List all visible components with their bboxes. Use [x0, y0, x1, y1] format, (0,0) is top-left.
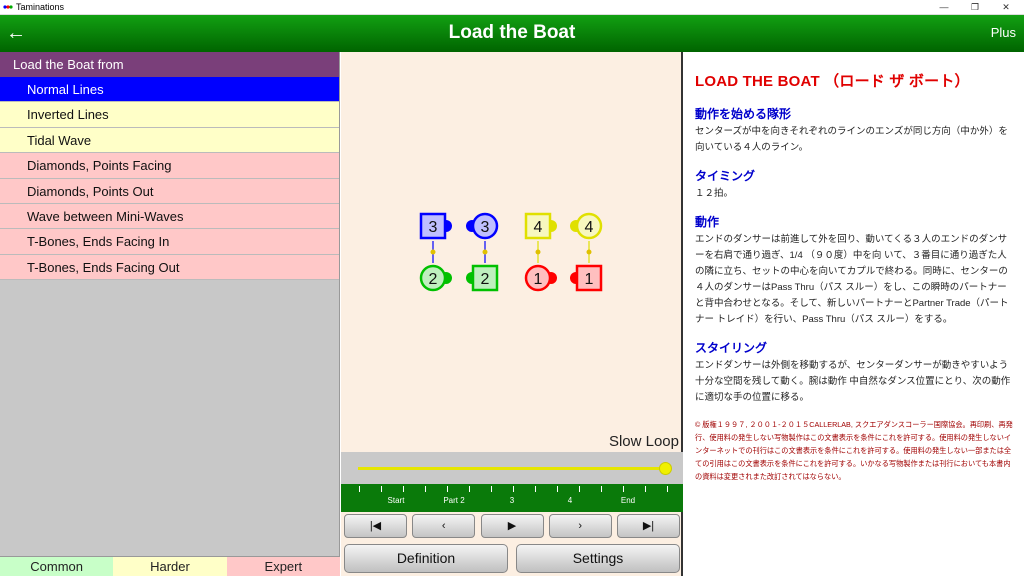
- section-heading: タイミング: [695, 169, 756, 183]
- panel-buttons: Definition Settings: [344, 544, 680, 574]
- dance-floor: 3 3 4 4 2 2 1 1: [419, 212, 603, 292]
- level-common-tab[interactable]: Common: [0, 557, 114, 576]
- dancer[interactable]: 4: [524, 212, 557, 240]
- animation-slider[interactable]: [341, 452, 683, 484]
- dancer[interactable]: 1: [570, 264, 603, 292]
- dancer-number: 2: [429, 271, 438, 288]
- slider-tick: [359, 486, 360, 492]
- slow-loop-label[interactable]: Slow Loop: [609, 433, 679, 450]
- list-item[interactable]: Normal Lines: [0, 77, 339, 103]
- list-item[interactable]: Tidal Wave: [0, 127, 339, 154]
- section-text: エンドのダンサーは前進して外を回り、動いてくる３人のエンドのダンサーを右肩で通り…: [695, 234, 1009, 325]
- dancer-hand-dot: [430, 249, 436, 255]
- list-item[interactable]: T-Bones, Ends Facing In: [0, 229, 339, 255]
- section-heading: スタイリング: [695, 341, 768, 355]
- level-expert-tab[interactable]: Expert: [226, 557, 340, 576]
- app-header: ← Load the Boat Plus: [0, 15, 1024, 52]
- dancer-hand-dot: [586, 249, 592, 255]
- slider-tick: [601, 486, 602, 492]
- dancer[interactable]: 2: [419, 264, 452, 292]
- slider-tick: [381, 486, 382, 492]
- back-arrow-icon[interactable]: ←: [6, 20, 26, 46]
- dancer-number: 1: [585, 271, 594, 288]
- dancer-number: 4: [534, 219, 543, 236]
- dancer-number: 4: [585, 219, 594, 236]
- tick-label: 3: [509, 496, 515, 505]
- slider-tick: [513, 486, 514, 492]
- slider-tick: [491, 486, 492, 492]
- dancer[interactable]: 3: [419, 212, 452, 240]
- section-heading: 動作を始める隊形: [695, 107, 792, 121]
- definition-button[interactable]: Definition: [344, 544, 508, 573]
- list-item[interactable]: T-Bones, Ends Facing Out: [0, 254, 339, 281]
- playback-controls: |◀ ‹ ▶ › ▶|: [344, 514, 680, 540]
- play-button[interactable]: ▶: [480, 514, 544, 538]
- slider-ticks: Start Part 2 3 4 End: [341, 484, 683, 512]
- close-button[interactable]: ✕: [988, 0, 1024, 15]
- slider-tick: [623, 486, 624, 492]
- level-harder-tab[interactable]: Harder: [113, 557, 227, 576]
- skip-end-button[interactable]: ▶|: [617, 514, 680, 538]
- dancer-number: 3: [429, 219, 438, 236]
- list-item[interactable]: Diamonds, Points Out: [0, 178, 339, 204]
- step-forward-button[interactable]: ›: [548, 514, 612, 538]
- level-filter-bar: Common Harder Expert: [0, 556, 340, 576]
- level-plus-button[interactable]: Plus: [991, 25, 1016, 40]
- tick-label: 4: [567, 496, 573, 505]
- dancer[interactable]: 1: [524, 264, 557, 292]
- dancer[interactable]: 3: [466, 212, 499, 240]
- slider-tick: [447, 486, 448, 492]
- section-heading: 動作: [695, 215, 720, 229]
- app-icon: [3, 5, 13, 9]
- slider-tick: [557, 486, 558, 492]
- slider-tick: [425, 486, 426, 492]
- dancer-number: 2: [481, 271, 490, 288]
- step-back-button[interactable]: ‹: [412, 514, 476, 538]
- copyright-notice: © 版権１９９７, ２００１-２０１５CALLERLAB, スクエアダンスコーラ…: [695, 420, 1013, 481]
- list-item[interactable]: Wave between Mini-Waves: [0, 203, 339, 230]
- definition-panel: LOAD THE BOAT （ロード ザ ボート） 動作を始める隊形 センターズ…: [685, 52, 1024, 576]
- slider-tick: [535, 486, 536, 492]
- dancer[interactable]: 2: [466, 264, 499, 292]
- tick-label: Start: [387, 496, 405, 505]
- window-title: Taminations: [16, 2, 65, 12]
- slider-tick: [403, 486, 404, 492]
- dancer-number: 1: [534, 271, 543, 288]
- list-header: Load the Boat from: [0, 52, 339, 77]
- definition-title: LOAD THE BOAT （ロード ザ ボート）: [695, 73, 970, 90]
- dancer[interactable]: 4: [570, 212, 603, 240]
- slider-knob[interactable]: [659, 462, 672, 475]
- slider-tick: [579, 486, 580, 492]
- formation-list-panel: Load the Boat from Normal Lines Inverted…: [0, 52, 340, 576]
- animation-panel: 3 3 4 4 2 2 1 1 Slow Loop Start Part 2 3 4 End |◀ ‹…: [341, 52, 683, 576]
- section-text: センターズが中を向きそれぞれのラインのエンズが同じ方向（中か外）を向いている４人…: [695, 126, 1008, 153]
- slider-tick: [469, 486, 470, 492]
- tick-label: End: [620, 496, 636, 505]
- skip-start-button[interactable]: |◀: [344, 514, 407, 538]
- window-titlebar: Taminations — ❐ ✕: [0, 0, 1024, 15]
- slider-track[interactable]: [358, 467, 666, 470]
- dancer-hand-dot: [535, 249, 541, 255]
- settings-button[interactable]: Settings: [516, 544, 680, 573]
- list-item[interactable]: Inverted Lines: [0, 102, 339, 128]
- list-item[interactable]: Diamonds, Points Facing: [0, 153, 339, 179]
- page-title: Load the Boat: [448, 22, 576, 43]
- tick-label: Part 2: [443, 496, 465, 505]
- section-text: １２拍。: [695, 188, 734, 199]
- dancer-number: 3: [481, 219, 490, 236]
- slider-tick: [645, 486, 646, 492]
- dancer-hand-dot: [482, 249, 488, 255]
- slider-tick: [667, 486, 668, 492]
- section-text: エンドダンサーは外側を移動するが、センターダンサーが動きやすいよう十分な空間を残…: [695, 360, 1011, 403]
